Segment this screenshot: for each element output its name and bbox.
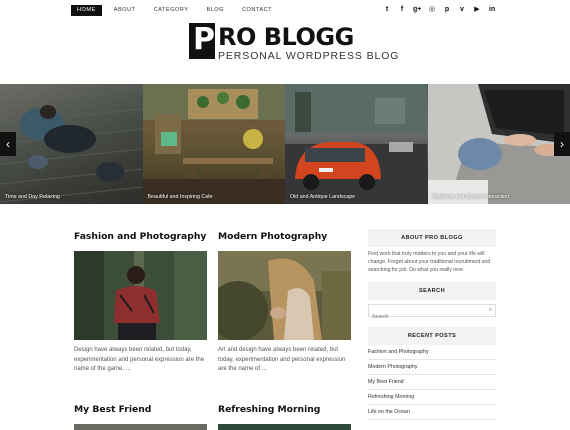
search-input[interactable] [369, 311, 481, 323]
about-text: Find work that truly matters to you and … [368, 251, 491, 273]
post-title[interactable]: My Best Friend [74, 404, 207, 416]
post-excerpt: Design have always been related, but tod… [74, 347, 205, 372]
social-links: t f g+ ◎ p v ▶ in [383, 6, 496, 14]
twitter-icon[interactable]: t [383, 6, 391, 14]
chevron-right-icon: › [560, 137, 564, 151]
top-bar: HOME ABOUT CATEGORY BLOG CONTACT t f g+ … [0, 0, 570, 21]
recent-post-link[interactable]: My Best Friend [368, 375, 496, 391]
slider-prev-button[interactable]: ‹ [0, 132, 16, 156]
slide-caption[interactable]: Business and Startup Interaction [433, 194, 510, 200]
recent-post-link[interactable]: Modern Photography [368, 360, 496, 376]
nav-home[interactable]: HOME [71, 5, 102, 16]
recent-post-link[interactable]: Refreshing Morning [368, 390, 496, 406]
slide[interactable]: Time and Day Relaxing [0, 84, 143, 204]
nav-contact[interactable]: CONTACT [236, 5, 278, 16]
vimeo-icon[interactable]: v [458, 6, 466, 14]
post-card: Refreshing Morning [218, 404, 351, 416]
post-image[interactable] [74, 424, 207, 430]
post-title[interactable]: Refreshing Morning [218, 404, 351, 416]
chevron-left-icon: ‹ [6, 137, 10, 151]
slide[interactable]: Old and Antique Landscape [285, 84, 428, 204]
slide[interactable]: Business and Startup Interaction [427, 84, 570, 204]
recent-post-link[interactable]: Life on the Ocean [368, 405, 496, 421]
slide[interactable]: Beautiful and Inspiring Cafe [142, 84, 285, 204]
post-excerpt: Art and design have always been related,… [218, 347, 346, 372]
logo-subtitle: PERSONAL WORDPRESS BLOG [218, 50, 400, 62]
nav-blog[interactable]: BLOG [200, 5, 230, 16]
facebook-icon[interactable]: f [398, 6, 406, 14]
featured-slider: Time and Day Relaxing Beautiful and Insp… [0, 84, 570, 204]
slide-caption[interactable]: Time and Day Relaxing [5, 194, 60, 200]
recent-post-link[interactable]: Fashion and Photography [368, 345, 496, 361]
widget-heading-search: SEARCH [368, 282, 496, 301]
youtube-icon[interactable]: ▶ [473, 6, 481, 14]
post-card: Modern Photography [218, 231, 351, 243]
nav-about[interactable]: ABOUT [108, 5, 142, 16]
slide-image [142, 84, 285, 204]
google-plus-icon[interactable]: g+ [413, 6, 421, 14]
sidebar: ABOUT PRO BLOGG Find work that truly mat… [368, 229, 496, 421]
recent-posts-list: Fashion and Photography Modern Photograp… [368, 345, 496, 421]
post-card: My Best Friend [74, 404, 207, 416]
widget-heading-about: ABOUT PRO BLOGG [368, 229, 496, 247]
slide-image [427, 84, 570, 204]
slider-next-button[interactable]: › [554, 132, 570, 156]
post-title[interactable]: Fashion and Photography [74, 231, 207, 243]
linkedin-icon[interactable]: in [488, 6, 496, 14]
slide-caption[interactable]: Beautiful and Inspiring Cafe [148, 194, 213, 200]
search-box: ⌕ [368, 304, 496, 323]
logo-letter: P [193, 22, 215, 57]
site-logo[interactable]: P RO BLOGG PERSONAL WORDPRESS BLOG [189, 23, 398, 63]
post-image[interactable] [218, 424, 351, 430]
search-icon[interactable]: ⌕ [489, 307, 492, 314]
logo-title: RO BLOGG [218, 23, 354, 51]
post-image[interactable] [208, 251, 351, 341]
widget-heading-recent-posts: RECENT POSTS [368, 327, 496, 346]
logo-mark: P [189, 23, 215, 59]
main-nav: HOME ABOUT CATEGORY BLOG CONTACT [71, 5, 284, 16]
pinterest-icon[interactable]: p [443, 6, 451, 14]
slide-image [285, 84, 427, 204]
instagram-icon[interactable]: ◎ [428, 6, 436, 14]
slide-image [0, 88, 143, 203]
post-title[interactable]: Modern Photography [218, 231, 351, 243]
post-card: Fashion and Photography [74, 231, 207, 243]
post-image[interactable] [74, 251, 207, 340]
slide-caption[interactable]: Old and Antique Landscape [290, 194, 355, 200]
nav-category[interactable]: CATEGORY [148, 5, 195, 16]
